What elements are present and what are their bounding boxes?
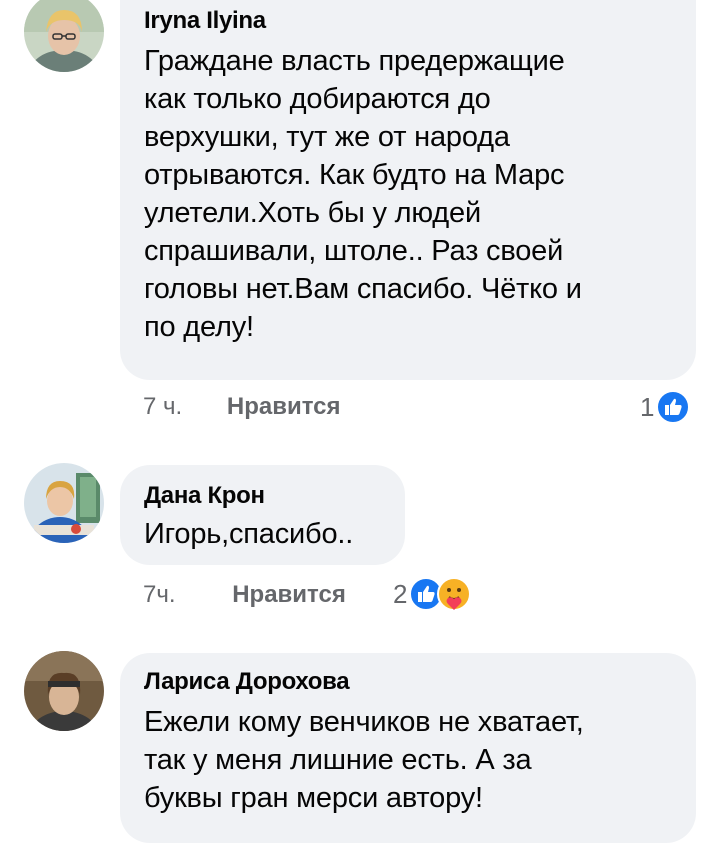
comment-meta: 7 ч. Нравится [143, 392, 341, 422]
like-button[interactable]: Нравится [227, 393, 341, 420]
avatar[interactable] [24, 651, 104, 731]
comment-bubble: Лариса Дорохова Ежели кому венчиков не х… [120, 653, 696, 843]
reaction-count: 1 [640, 391, 655, 422]
comment-meta: 7ч. Нравится [143, 580, 346, 610]
comment-text: Ежели кому венчиков не хватает, так у ме… [144, 706, 584, 814]
comment-timestamp[interactable]: 7 ч. [143, 393, 182, 420]
care-reaction-icon [437, 577, 472, 611]
comment-author[interactable]: Лариса Дорохова [144, 667, 672, 697]
reactions-summary[interactable]: 1 [640, 389, 691, 425]
like-reaction-icon [656, 390, 691, 424]
avatar-photo-icon [24, 651, 104, 731]
like-button[interactable]: Нравится [232, 581, 346, 608]
comment-bubble: Iryna Ilyina Граждане власть предержащие… [120, 0, 696, 380]
avatar-photo-icon [24, 0, 104, 72]
comment-text: Игорь,спасибо.. [144, 518, 354, 550]
avatar[interactable] [24, 0, 104, 72]
avatar-photo-icon [24, 463, 104, 543]
comment-bubble: Дана Крон Игорь,спасибо.. [120, 465, 405, 565]
comment-author[interactable]: Iryna Ilyina [144, 6, 672, 36]
comment-author[interactable]: Дана Крон [144, 481, 381, 511]
comment-timestamp[interactable]: 7ч. [143, 581, 176, 608]
comment-text: Граждане власть предержащие как только д… [144, 45, 582, 343]
reactions-summary[interactable]: 2 [393, 576, 472, 612]
avatar[interactable] [24, 463, 104, 543]
reaction-count: 2 [393, 578, 408, 609]
